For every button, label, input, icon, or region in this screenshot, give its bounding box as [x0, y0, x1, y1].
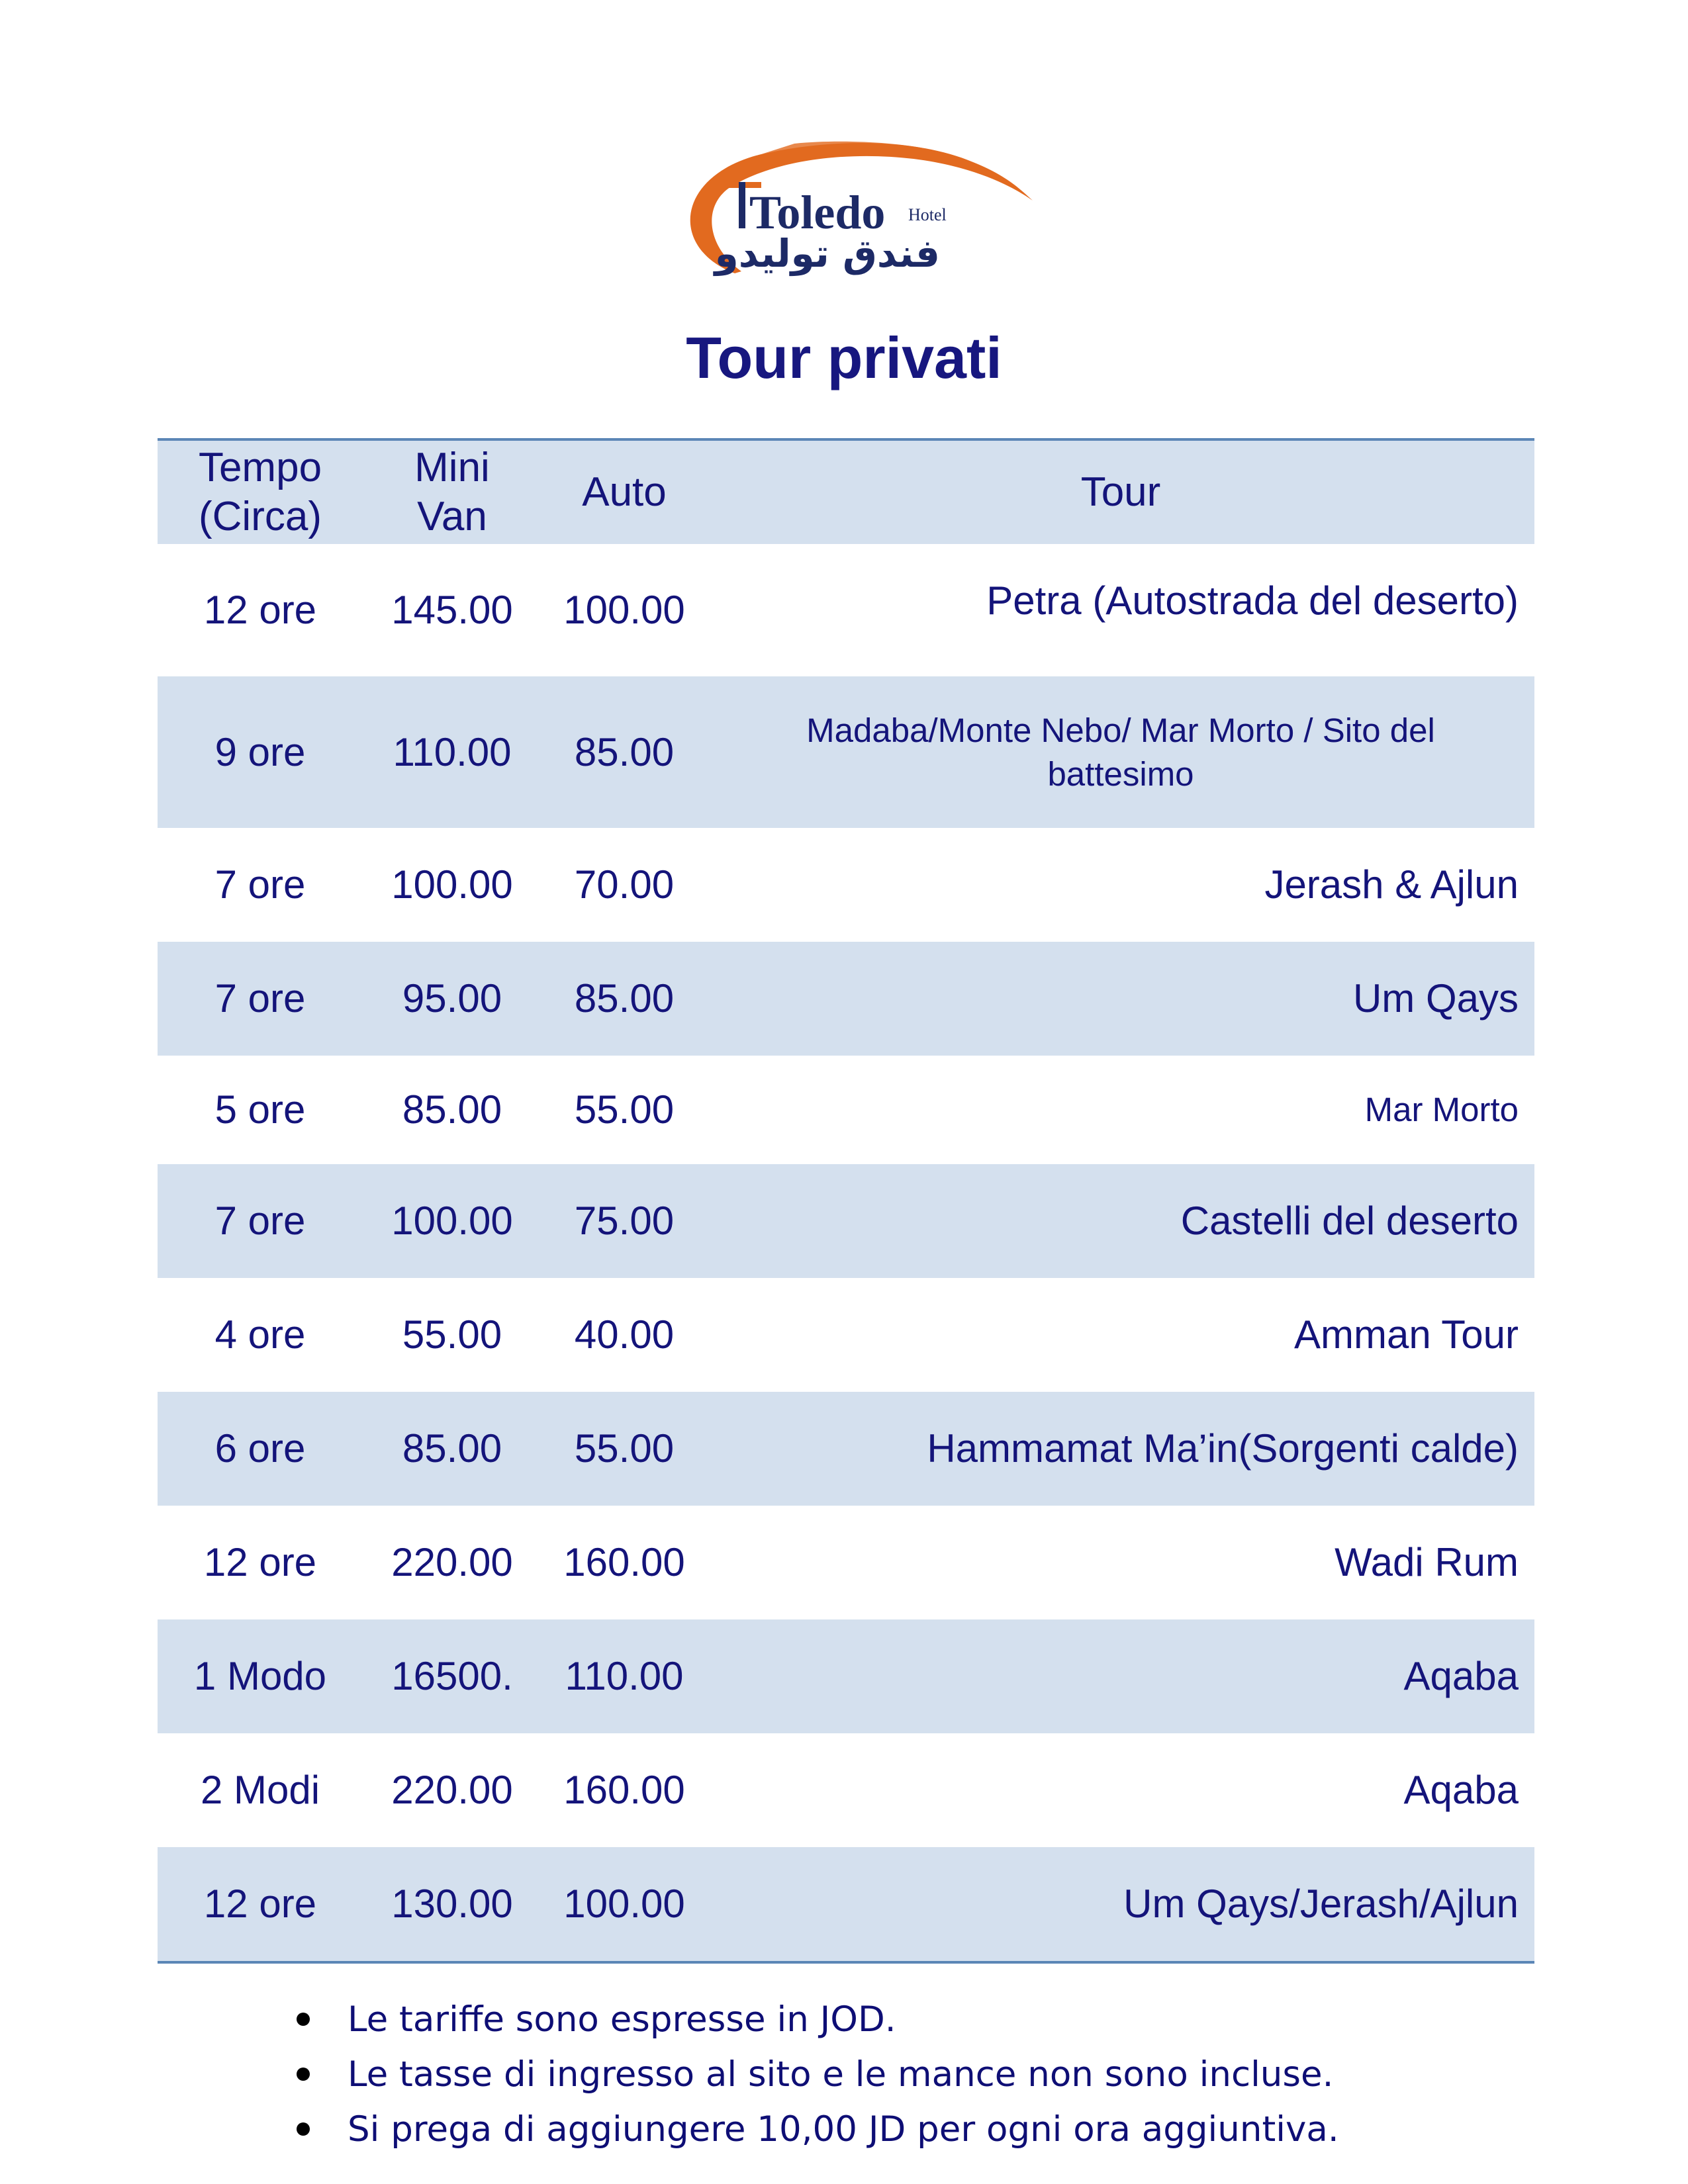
cell-auto: 110.00 [565, 1654, 684, 1698]
cell-tour: Um Qays/Jerash/Ajlun [1123, 1882, 1519, 1926]
cell-van: 110.00 [393, 729, 512, 774]
cell-auto: 85.00 [574, 976, 675, 1021]
table-row: 7 ore 100.00 70.00 Jerash & Ajlun [158, 828, 1534, 942]
cell-van: 85.00 [402, 1426, 502, 1471]
cell-time: 12 ore [203, 1882, 317, 1926]
cell-auto: 75.00 [574, 1199, 675, 1243]
cell-van: 220.00 [391, 1540, 513, 1584]
note-text: Si prega di aggiungere 10,00 JD per ogni… [348, 2109, 1339, 2150]
bullet-icon [297, 2068, 310, 2081]
table-row: 12 ore 220.00 160.00 Wadi Rum [158, 1506, 1534, 1619]
cell-time: 5 ore [214, 1087, 306, 1132]
cell-tour: Um Qays [1352, 976, 1519, 1021]
cell-tour: Mar Morto [1364, 1091, 1519, 1128]
table-row: 5 ore 85.00 55.00 Mar Morto [158, 1056, 1534, 1164]
note-text: Le tasse di ingresso al sito e le mance … [348, 2054, 1334, 2095]
notes-list: Le tariffe sono espresse in JOD. Le tass… [291, 1992, 1615, 2157]
note-item: Le tariffe sono espresse in JOD. [291, 1992, 1615, 2047]
cell-van: 100.00 [391, 1199, 513, 1243]
arabic-name: فندق توليدو [713, 231, 940, 277]
cell-time: 4 ore [214, 1312, 306, 1357]
cell-tour: Castelli del deserto [1180, 1199, 1519, 1243]
cell-auto: 100.00 [563, 1882, 685, 1926]
cell-tour: Aqaba [1403, 1654, 1519, 1698]
cell-van: 220.00 [391, 1768, 513, 1812]
header-van: Mini Van [363, 441, 541, 544]
header-tour: Tour [707, 441, 1534, 544]
cell-time: 1 Modo [193, 1654, 327, 1698]
table-row: 7 ore 95.00 85.00 Um Qays [158, 942, 1534, 1056]
table-row: 2 Modi 220.00 160.00 Aqaba [158, 1733, 1534, 1847]
header-auto-label: Auto [582, 469, 667, 515]
header-auto: Auto [541, 441, 707, 544]
header-time: Tempo (Circa) [158, 441, 363, 544]
note-item: Si prega di aggiungere 10,00 JD per ogni… [291, 2102, 1615, 2157]
cell-van: 145.00 [391, 588, 513, 632]
table-row: 7 ore 100.00 75.00 Castelli del deserto [158, 1164, 1534, 1278]
table-row: 1 Modo 16500. 110.00 Aqaba [158, 1619, 1534, 1733]
note-item: Le tasse di ingresso al sito e le mance … [291, 2047, 1615, 2102]
note-text: Le tariffe sono espresse in JOD. [348, 1999, 896, 2040]
cell-time: 9 ore [214, 729, 306, 774]
cell-van: 130.00 [391, 1882, 513, 1926]
cell-auto: 55.00 [574, 1426, 675, 1471]
hotel-logo: Toledo Hotel فندق توليدو [662, 136, 1033, 298]
table-row: 12 ore 130.00 100.00 Um Qays/Jerash/Ajlu… [158, 1847, 1534, 1961]
cell-van: 55.00 [402, 1312, 502, 1357]
svg-text:Hotel: Hotel [908, 205, 947, 224]
table-row: 12 ore 145.00 100.00 Petra (Autostrada d… [158, 544, 1534, 676]
cell-time: 7 ore [214, 862, 306, 907]
table-row: 9 ore 110.00 85.00 Madaba/Monte Nebo/ Ma… [158, 676, 1534, 828]
cell-auto: 85.00 [574, 729, 675, 774]
cell-van: 16500. [391, 1654, 513, 1698]
page-title: Tour privati [686, 325, 1002, 390]
cell-auto: 70.00 [574, 862, 675, 907]
cell-tour: Jerash & Ajlun [1264, 862, 1519, 907]
cell-auto: 160.00 [563, 1540, 685, 1584]
cell-van: 85.00 [402, 1087, 502, 1132]
cell-tour: Amman Tour [1293, 1312, 1519, 1357]
cell-auto: 100.00 [563, 588, 685, 632]
cell-tour: Hammamat Ma’in(Sorgenti calde) [927, 1426, 1519, 1471]
cell-van: 100.00 [391, 862, 513, 907]
bullet-icon [297, 2013, 310, 2026]
cell-time: 7 ore [214, 1199, 306, 1243]
table-header-row: Tempo (Circa) Mini Van Auto Tour [158, 441, 1534, 544]
header-time-label: Tempo (Circa) [198, 445, 322, 539]
cell-tour: Aqaba [1403, 1768, 1519, 1812]
tour-price-table: Tempo (Circa) Mini Van Auto Tour 12 ore … [158, 438, 1534, 1964]
header-tour-label: Tour [1080, 469, 1161, 515]
cell-time: 6 ore [214, 1426, 306, 1471]
bullet-icon [297, 2122, 310, 2136]
cell-time: 12 ore [203, 1540, 317, 1584]
cell-time: 12 ore [203, 588, 317, 632]
cell-auto: 40.00 [574, 1312, 675, 1357]
toledo-logo-icon: Toledo Hotel فندق توليدو [690, 141, 1033, 277]
cell-time: 7 ore [214, 976, 306, 1021]
cell-auto: 160.00 [563, 1768, 685, 1812]
header-van-label: Mini Van [414, 445, 490, 539]
cell-tour: Wadi Rum [1335, 1540, 1519, 1584]
table-row: 4 ore 55.00 40.00 Amman Tour [158, 1278, 1534, 1392]
cell-van: 95.00 [402, 976, 502, 1021]
cell-auto: 55.00 [574, 1087, 675, 1132]
cell-time: 2 Modi [200, 1768, 320, 1812]
cell-tour: Petra (Autostrada del deserto) [986, 578, 1519, 623]
table-row: 6 ore 85.00 55.00 Hammamat Ma’in(Sorgent… [158, 1392, 1534, 1506]
cell-tour: Madaba/Monte Nebo/ Mar Morto / Sito del … [806, 711, 1435, 793]
